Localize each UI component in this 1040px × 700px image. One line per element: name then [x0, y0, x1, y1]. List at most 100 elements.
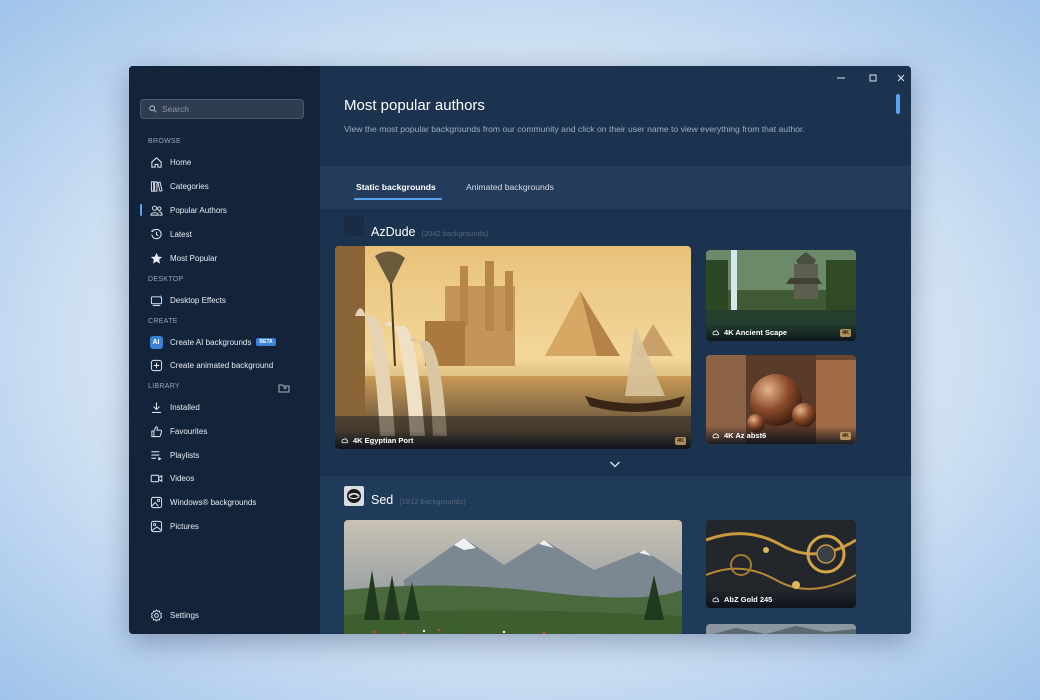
sidebar-item-popular-authors[interactable]: Popular Authors: [140, 200, 310, 220]
ai-badge-text: AI: [149, 335, 163, 349]
card-caption: 4K Az abst6: [706, 426, 856, 444]
sidebar-item-label: Pictures: [170, 521, 199, 531]
desktop-effects-icon: [149, 293, 163, 307]
maximize-button[interactable]: [863, 72, 883, 84]
sidebar-item-label: Create AI backgrounds: [170, 337, 252, 347]
scrollbar-thumb[interactable]: [896, 94, 900, 114]
cloud-download-icon: [712, 432, 720, 438]
app-window: BROWSE Home Categories Popular Authors L…: [129, 66, 911, 634]
wallpaper-card[interactable]: [706, 624, 856, 634]
avatar[interactable]: [344, 216, 364, 236]
sidebar-item-categories[interactable]: Categories: [140, 176, 310, 196]
sidebar-item-installed[interactable]: Installed: [140, 397, 310, 417]
window-controls: [831, 72, 911, 84]
sidebar-item-playlists[interactable]: Playlists: [140, 445, 310, 465]
thumbs-up-icon: [149, 424, 163, 438]
tab-animated-backgrounds[interactable]: Animated backgrounds: [466, 182, 554, 192]
author-count: (2042 backgrounds): [421, 229, 489, 238]
close-button[interactable]: [891, 72, 911, 84]
search-box[interactable]: [140, 99, 304, 119]
picture-icon: [149, 519, 163, 533]
wallpaper-card[interactable]: 4K Az abst6 4K: [706, 355, 856, 444]
sidebar-item-label: Most Popular: [170, 253, 218, 263]
sidebar-item-label: Categories: [170, 181, 209, 191]
minimize-button[interactable]: [831, 72, 851, 84]
page-title: Most popular authors: [344, 97, 485, 114]
section-label-create: CREATE: [148, 318, 178, 325]
home-icon: [149, 155, 163, 169]
card-title: 4K Az abst6: [724, 430, 767, 440]
card-title: 4K Ancient Scape: [724, 327, 788, 337]
beta-badge: BETA: [256, 338, 276, 346]
author-header: AzDude (2042 backgrounds): [344, 216, 488, 239]
card-caption: 4K Egyptian Port: [335, 431, 691, 449]
sidebar-item-pictures[interactable]: Pictures: [140, 516, 310, 536]
tab-active-indicator: [354, 198, 442, 200]
sidebar-item-label: Home: [170, 157, 192, 167]
sidebar-item-label: Favourites: [170, 426, 208, 436]
wallpaper-card[interactable]: 4K Ancient Scape 4K: [706, 250, 856, 341]
search-input[interactable]: [162, 104, 292, 114]
search-icon: [149, 105, 157, 113]
cloud-download-icon: [341, 437, 349, 443]
author-name[interactable]: AzDude: [371, 225, 415, 239]
sidebar-item-latest[interactable]: Latest: [140, 224, 310, 244]
video-icon: [149, 471, 163, 485]
author-count: (1812 backgrounds): [399, 497, 466, 506]
wallpaper-card[interactable]: 4K Egyptian Port 4K: [335, 246, 691, 449]
sidebar-item-windows-backgrounds[interactable]: Windows® backgrounds: [140, 492, 310, 512]
sidebar-item-label: Settings: [170, 610, 199, 620]
wallpaper-card[interactable]: [344, 520, 682, 634]
author-name[interactable]: Sed: [371, 493, 393, 507]
author-header: Sed (1812 backgrounds): [344, 486, 466, 507]
ai-icon: AI: [149, 335, 163, 349]
chevron-down-icon[interactable]: [609, 459, 621, 469]
tab-bar: Static backgrounds Animated backgrounds: [320, 166, 911, 209]
sidebar-item-label: Installed: [170, 402, 200, 412]
plus-box-icon: [149, 358, 163, 372]
sidebar-item-label: Windows® backgrounds: [170, 497, 257, 507]
author-section: Sed (1812 backgrounds) AbZ Gold 245: [320, 476, 911, 634]
quality-badge: 4K: [839, 432, 851, 440]
egyptian-port-image: [335, 246, 691, 449]
sidebar-item-create-animated[interactable]: Create animated background: [140, 355, 310, 375]
sidebar-item-create-ai[interactable]: AI Create AI backgrounds BETA: [140, 332, 310, 352]
gear-icon: [149, 608, 163, 622]
quality-badge: 4K: [674, 437, 686, 445]
download-icon: [149, 400, 163, 414]
page-description: View the most popular backgrounds from o…: [344, 124, 805, 134]
sidebar-item-label: Create animated background: [170, 360, 274, 370]
cloud-download-icon: [712, 596, 720, 602]
sidebar-item-home[interactable]: Home: [140, 152, 310, 172]
sidebar-item-label: Latest: [170, 229, 192, 239]
cloud-download-icon: [712, 329, 720, 335]
sidebar-item-label: Popular Authors: [170, 205, 227, 215]
playlist-icon: [149, 448, 163, 462]
wallpaper-card[interactable]: AbZ Gold 245: [706, 520, 856, 608]
folder-icon[interactable]: [278, 382, 290, 394]
main-content: Most popular authors View the most popul…: [320, 66, 911, 634]
sidebar-item-settings[interactable]: Settings: [140, 605, 310, 625]
section-label-library: LIBRARY: [148, 383, 180, 390]
section-label-browse: BROWSE: [148, 138, 181, 145]
card-title: 4K Egyptian Port: [353, 435, 414, 445]
authors-icon: [149, 203, 163, 217]
sidebar: BROWSE Home Categories Popular Authors L…: [129, 66, 320, 634]
mountain-landscape-image: [344, 520, 682, 634]
sidebar-item-favourites[interactable]: Favourites: [140, 421, 310, 441]
quality-badge: 4K: [839, 329, 851, 337]
card-caption: 4K Ancient Scape: [706, 323, 856, 341]
sidebar-item-label: Videos: [170, 473, 195, 483]
card-caption: AbZ Gold 245: [706, 590, 856, 608]
sed-logo-icon: [347, 489, 361, 503]
mountain-thumbnail-image: [706, 624, 856, 634]
image-icon: [149, 495, 163, 509]
tab-static-backgrounds[interactable]: Static backgrounds: [356, 182, 436, 192]
sidebar-item-label: Desktop Effects: [170, 295, 226, 305]
section-label-desktop: DESKTOP: [148, 276, 184, 283]
sidebar-item-videos[interactable]: Videos: [140, 468, 310, 488]
sidebar-item-desktop-effects[interactable]: Desktop Effects: [140, 290, 310, 310]
avatar[interactable]: [344, 486, 364, 506]
sidebar-item-most-popular[interactable]: Most Popular: [140, 248, 310, 268]
latest-icon: [149, 227, 163, 241]
